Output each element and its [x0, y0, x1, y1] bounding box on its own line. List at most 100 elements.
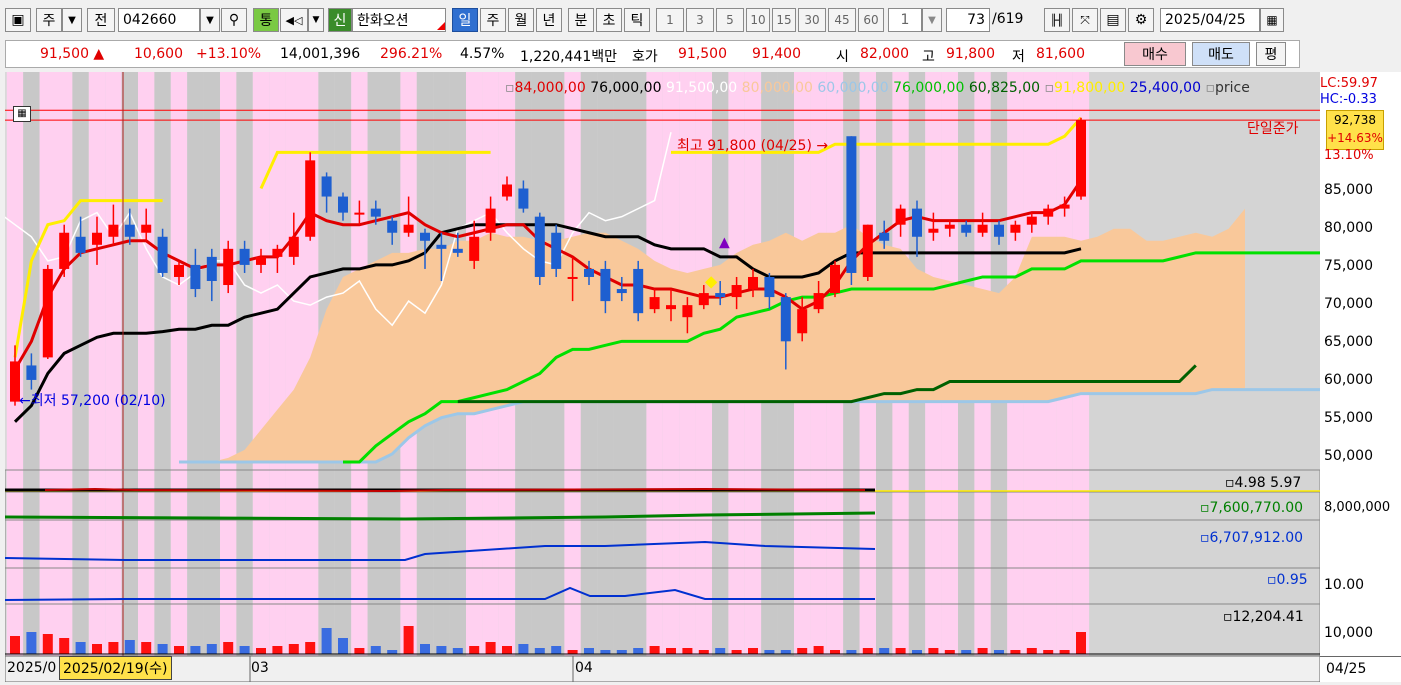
sound-icon[interactable]: ◀◁	[280, 8, 308, 32]
candle-body	[174, 264, 184, 277]
candle-body	[977, 224, 988, 233]
period-week-tab[interactable]: 주	[480, 8, 506, 32]
volume-bar	[1010, 650, 1021, 654]
prev-button[interactable]: 전	[87, 8, 115, 32]
table-icon[interactable]: ▦	[13, 106, 31, 122]
sub4-tick: 10.00	[1324, 577, 1365, 593]
legend-value: 76,000,00	[590, 80, 662, 96]
eval-button[interactable]: 평	[1256, 42, 1286, 66]
crosshair-icon[interactable]: ⤧	[1072, 8, 1098, 32]
candle-body	[59, 232, 70, 269]
candle-body	[157, 236, 168, 273]
search-icon[interactable]: ⚲	[221, 8, 247, 32]
volume-bar	[633, 648, 644, 654]
chevron-down-icon[interactable]: ▼	[200, 8, 220, 32]
volume-bar	[1026, 648, 1037, 654]
volume-bar	[748, 648, 758, 654]
sub2-tick: 8,000,000	[1324, 500, 1391, 515]
sub5-value: ▫12,204.41	[1223, 609, 1304, 625]
candle-body	[567, 276, 578, 279]
candle-body	[370, 208, 381, 217]
candle-body	[862, 224, 873, 277]
minute-option[interactable]: 60	[858, 8, 884, 32]
candle-body	[748, 276, 758, 290]
candle-body	[813, 293, 824, 310]
chevron-down-icon[interactable]: ▼	[922, 8, 942, 32]
sell-button[interactable]: 매도	[1192, 42, 1250, 66]
candle-body	[190, 264, 201, 290]
tong-button[interactable]: 통	[253, 8, 279, 32]
volume-bar	[649, 646, 660, 654]
volume-bar	[534, 648, 545, 654]
calendar-icon[interactable]: ▦	[1260, 8, 1284, 32]
volume-bar	[862, 648, 873, 654]
period-second-tab[interactable]: 초	[596, 8, 622, 32]
count-input[interactable]: 73	[946, 8, 990, 32]
minute-option[interactable]: 1	[656, 8, 684, 32]
credit-button[interactable]: 신	[328, 8, 352, 32]
gear-icon[interactable]: ⚙	[1128, 8, 1154, 32]
volume-bar	[518, 644, 529, 654]
current-price: 91,500 ▲	[40, 46, 105, 62]
date-input[interactable]: 2025/04/25	[1160, 8, 1260, 32]
volume-bar	[42, 634, 53, 654]
window-icon[interactable]: ▣	[5, 8, 31, 32]
minute-option[interactable]: 5	[716, 8, 744, 32]
buy-button[interactable]: 매수	[1124, 42, 1186, 66]
stock-code-input[interactable]: 042660	[118, 8, 200, 32]
candle-body	[469, 236, 480, 261]
candle-body	[584, 268, 594, 277]
legend-value: 91,800,00	[1054, 80, 1126, 96]
end-date-label: 04/25	[1320, 656, 1401, 682]
market-type-select[interactable]: 주	[36, 8, 62, 32]
candle-body	[141, 224, 152, 233]
volume-bar	[387, 650, 398, 654]
current-price-badge: 92,738 +14.63%	[1326, 110, 1384, 150]
candle-body	[1076, 120, 1086, 197]
volume-bar	[157, 644, 168, 654]
volume-bar	[141, 642, 152, 654]
candle-body	[764, 276, 775, 298]
max-price-label: 최고 91,800 (04/25) →	[677, 138, 829, 154]
volume-bar	[92, 644, 102, 654]
volume-bar	[124, 640, 135, 654]
trade-amount: 1,220,441백만	[520, 49, 618, 65]
multiplier-input[interactable]: 1	[888, 8, 922, 32]
volume-bar	[813, 646, 824, 654]
minute-option[interactable]: 3	[686, 8, 714, 32]
low-price: 81,600	[1036, 46, 1085, 62]
sub5-tick: 10,000	[1324, 625, 1373, 641]
volume-bar	[272, 646, 283, 654]
minute-option[interactable]: 10	[746, 8, 770, 32]
candle-type-icon[interactable]: ╟╢	[1044, 8, 1070, 32]
legend-value: price	[1214, 80, 1250, 96]
volume-bar	[1043, 650, 1054, 654]
price-chart[interactable]: ◆▲	[5, 72, 1320, 682]
stock-name-field[interactable]: 한화오션	[352, 8, 446, 32]
period-day-tab[interactable]: 일	[452, 8, 478, 32]
period-tick-tab[interactable]: 틱	[624, 8, 650, 32]
period-month-tab[interactable]: 월	[508, 8, 534, 32]
legend-value: 60,825,00	[968, 80, 1041, 96]
price-axis: LC:59.97 HC:-0.33 92,738 +14.63% 13.10% …	[1320, 72, 1401, 682]
open-price: 82,000	[860, 46, 909, 62]
volume-bar	[977, 648, 988, 654]
minute-option[interactable]: 30	[798, 8, 826, 32]
sub3-value: ▫6,707,912.00	[1200, 530, 1304, 546]
minute-option[interactable]: 45	[828, 8, 856, 32]
chevron-down-icon[interactable]: ▼	[62, 8, 82, 32]
date-start-label: 2025/0	[7, 660, 57, 676]
period-year-tab[interactable]: 년	[536, 8, 562, 32]
volume-bar	[256, 648, 266, 654]
candle-body	[223, 248, 234, 286]
save-icon[interactable]: ▤	[1100, 8, 1126, 32]
chart-area[interactable]: ◆ ▲ ▦ ▫84,000,00 76,000,00 91,500,00 80,0…	[5, 72, 1320, 682]
candle-body	[551, 232, 562, 269]
minute-option[interactable]: 15	[772, 8, 796, 32]
date-axis	[5, 655, 1320, 682]
legend-value: 91,500,00	[665, 80, 738, 96]
period-minute-tab[interactable]: 분	[568, 8, 594, 32]
volume-bar	[108, 642, 119, 654]
chevron-down-icon[interactable]: ▼	[308, 8, 324, 32]
sub4-value: ▫0.95	[1267, 572, 1308, 588]
